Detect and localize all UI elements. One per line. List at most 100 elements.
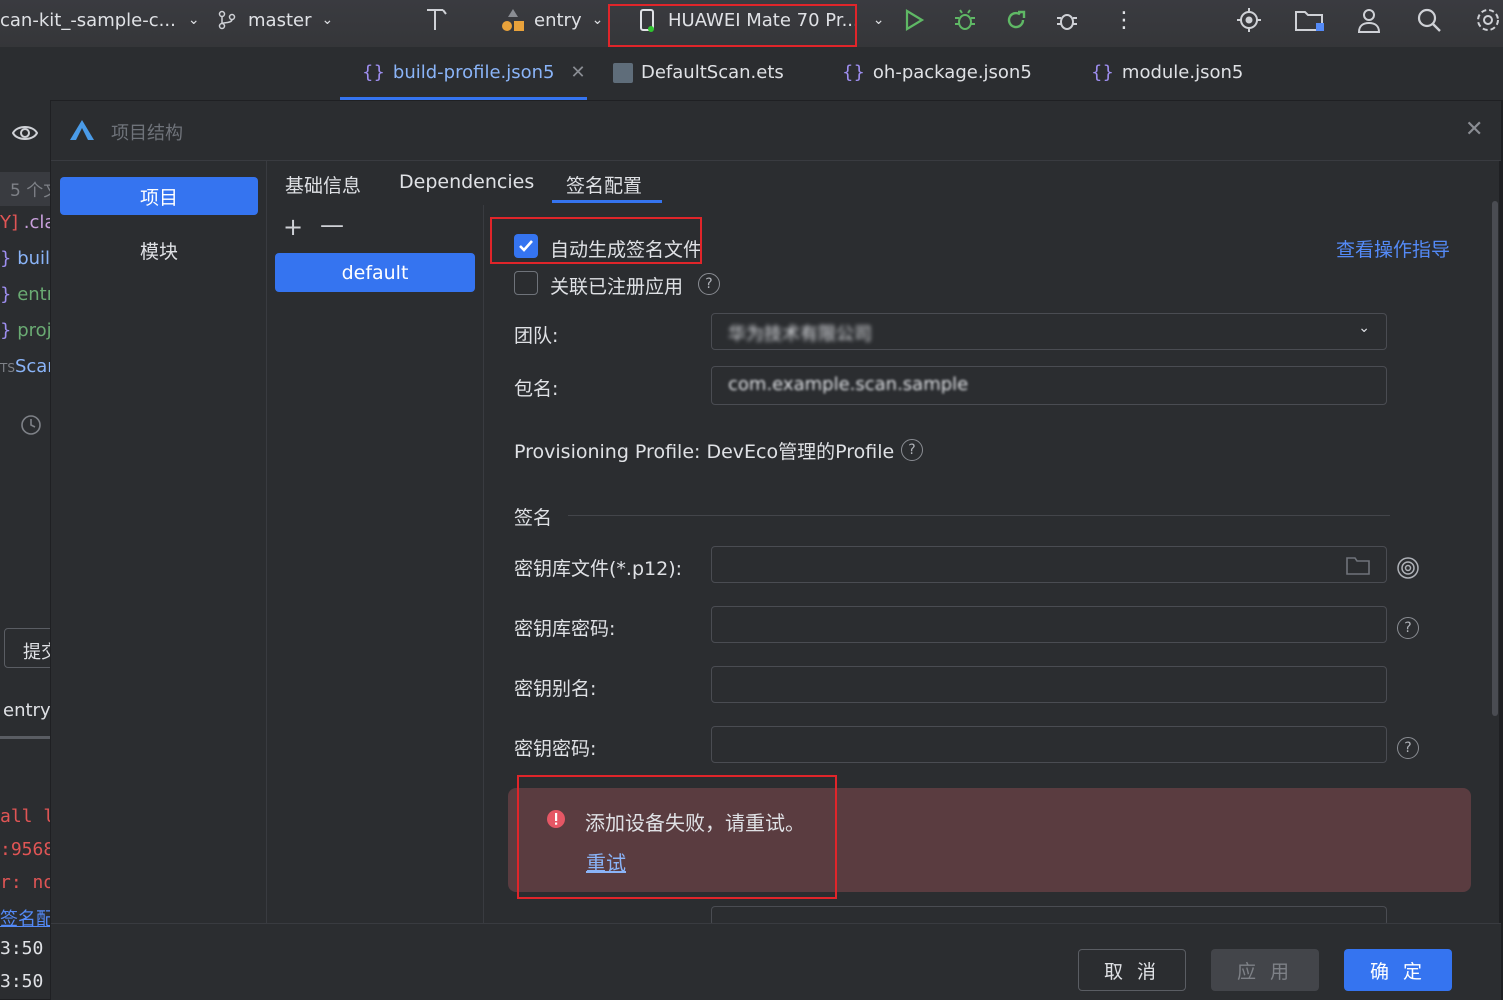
file-item[interactable]: } buil: [0, 248, 50, 269]
signing-config-list: + — default: [268, 205, 484, 923]
log-line: r: no: [0, 872, 50, 893]
apply-button[interactable]: 应 用: [1211, 949, 1319, 991]
file-item[interactable]: Y] .clar: [0, 212, 50, 233]
keystore-password-label: 密钥库密码:: [514, 618, 616, 640]
keystore-password-input[interactable]: [711, 606, 1387, 643]
file-item[interactable]: } entr: [0, 284, 50, 305]
close-icon[interactable]: ✕: [1465, 117, 1483, 142]
json-braces-icon: {}: [1091, 62, 1114, 83]
file-item[interactable]: } proj: [0, 320, 50, 341]
dialog-title-bar: 项目结构 ✕: [51, 101, 1501, 161]
changes-count: 5 个文: [0, 172, 50, 206]
help-icon[interactable]: ?: [1397, 617, 1419, 639]
dialog-sidebar: 项目 模块: [51, 161, 267, 923]
tab-module-json[interactable]: {} module.json5: [1091, 62, 1243, 83]
close-icon[interactable]: ✕: [571, 62, 586, 83]
team-label: 团队:: [514, 325, 559, 347]
tab-default-scan[interactable]: DefaultScan.ets: [613, 62, 784, 83]
help-icon[interactable]: ?: [698, 273, 720, 295]
link-app-checkbox[interactable]: [514, 271, 538, 295]
branch-selector[interactable]: master ⌄: [218, 0, 333, 40]
auto-sign-highlight-box: [490, 217, 702, 264]
git-branch-icon: [218, 10, 236, 30]
config-item-default[interactable]: default: [275, 253, 475, 292]
hammer-icon[interactable]: [422, 0, 452, 40]
signing-config-content: 基础信息 Dependencies 签名配置 + — default 自动生成签…: [268, 161, 1501, 926]
project-selector[interactable]: can-kit_-sample-c... ⌄: [0, 0, 200, 40]
ok-button[interactable]: 确 定: [1344, 949, 1452, 991]
tab-build-profile[interactable]: {} build-profile.json5 ✕: [362, 62, 586, 83]
target-icon[interactable]: [1236, 0, 1262, 40]
chevron-down-icon: ⌄: [872, 12, 885, 28]
debug-icon[interactable]: [953, 0, 977, 40]
module-selector[interactable]: entry ⌄: [500, 0, 603, 40]
log-line: :9568: [0, 839, 50, 860]
provisioning-profile-label: Provisioning Profile: DevEco管理的Profile: [514, 441, 895, 463]
run-icon[interactable]: [903, 0, 925, 40]
folder-settings-icon[interactable]: [1294, 0, 1326, 40]
sign-section-title: 签名: [514, 507, 553, 529]
key-alias-label: 密钥别名:: [514, 678, 597, 700]
sidebar-item-project[interactable]: 项目: [60, 177, 258, 215]
cancel-button[interactable]: 取 消: [1078, 949, 1186, 991]
key-password-label: 密钥密码:: [514, 738, 597, 760]
keystore-file-label: 密钥库文件(*.p12):: [514, 558, 683, 580]
module-name: entry: [534, 9, 582, 31]
key-password-input[interactable]: [711, 726, 1387, 763]
left-tool-panel: 5 个文 Y] .clar } buil } entr } proj TSSca…: [0, 100, 50, 999]
attach-debugger-icon[interactable]: [1055, 0, 1081, 40]
remove-icon[interactable]: —: [320, 211, 344, 239]
device-highlight-box: [608, 4, 857, 47]
tab-dependencies[interactable]: Dependencies: [399, 171, 534, 193]
chevron-down-icon: ⌄: [321, 12, 334, 28]
chevron-down-icon: ⌄: [591, 12, 604, 28]
project-name: can-kit_-sample-c...: [0, 9, 176, 31]
active-tab-indicator: [552, 200, 662, 203]
settings-gear-icon[interactable]: [1474, 0, 1502, 40]
help-icon[interactable]: ?: [1397, 737, 1419, 759]
tab-oh-package[interactable]: {} oh-package.json5: [842, 62, 1032, 83]
commit-button[interactable]: 提交: [4, 628, 50, 668]
bundle-value: com.example.scan.sample: [728, 374, 969, 395]
search-icon[interactable]: [1416, 0, 1442, 40]
fingerprint-icon[interactable]: [1396, 556, 1420, 580]
title-bar: can-kit_-sample-c... ⌄ master ⌄ entry ⌄ …: [0, 0, 1503, 47]
team-value: 华为技术有限公司: [728, 324, 872, 345]
tab-basic-info[interactable]: 基础信息: [285, 171, 361, 198]
ets-file-icon: [613, 62, 633, 83]
json-braces-icon: {}: [842, 62, 865, 83]
section-divider: [568, 515, 1390, 516]
tab-label: DefaultScan.ets: [641, 62, 784, 83]
more-vertical-icon[interactable]: ⋮: [1113, 0, 1135, 40]
guide-link[interactable]: 查看操作指导: [1336, 235, 1450, 262]
bundle-input[interactable]: com.example.scan.sample: [711, 366, 1387, 405]
team-select[interactable]: 华为技术有限公司 ⌄: [711, 313, 1387, 350]
log-line: 3:50: [0, 971, 44, 992]
error-highlight-box: [517, 775, 837, 899]
scrollbar[interactable]: [1492, 201, 1498, 716]
chevron-down-icon: ⌄: [1358, 320, 1370, 336]
add-icon[interactable]: +: [283, 213, 303, 241]
key-alias-input[interactable]: [711, 666, 1387, 703]
json-braces-icon: {}: [362, 62, 385, 83]
log-line: all l: [0, 806, 50, 827]
deveco-logo-icon: [70, 120, 94, 140]
tab-label: build-profile.json5: [392, 62, 555, 83]
branch-name: master: [248, 9, 312, 31]
reload-icon[interactable]: [1004, 0, 1028, 40]
run-config-label: entry: [3, 700, 50, 721]
keystore-file-input[interactable]: [711, 546, 1387, 583]
log-link[interactable]: 签名配置: [0, 905, 50, 931]
dialog-footer: 取 消 应 用 确 定: [51, 923, 1501, 1000]
module-icon: [502, 9, 524, 31]
help-icon[interactable]: ?: [901, 439, 923, 461]
tab-signing-config[interactable]: 签名配置: [566, 171, 642, 198]
log-line: 3:50: [0, 938, 44, 959]
eye-icon[interactable]: [11, 124, 39, 147]
sidebar-item-module[interactable]: 模块: [60, 231, 258, 269]
history-icon[interactable]: [20, 414, 42, 441]
link-app-label: 关联已注册应用: [550, 276, 684, 298]
folder-icon[interactable]: [1346, 555, 1370, 575]
file-item[interactable]: TSScar: [0, 356, 50, 377]
user-icon[interactable]: [1356, 0, 1382, 40]
